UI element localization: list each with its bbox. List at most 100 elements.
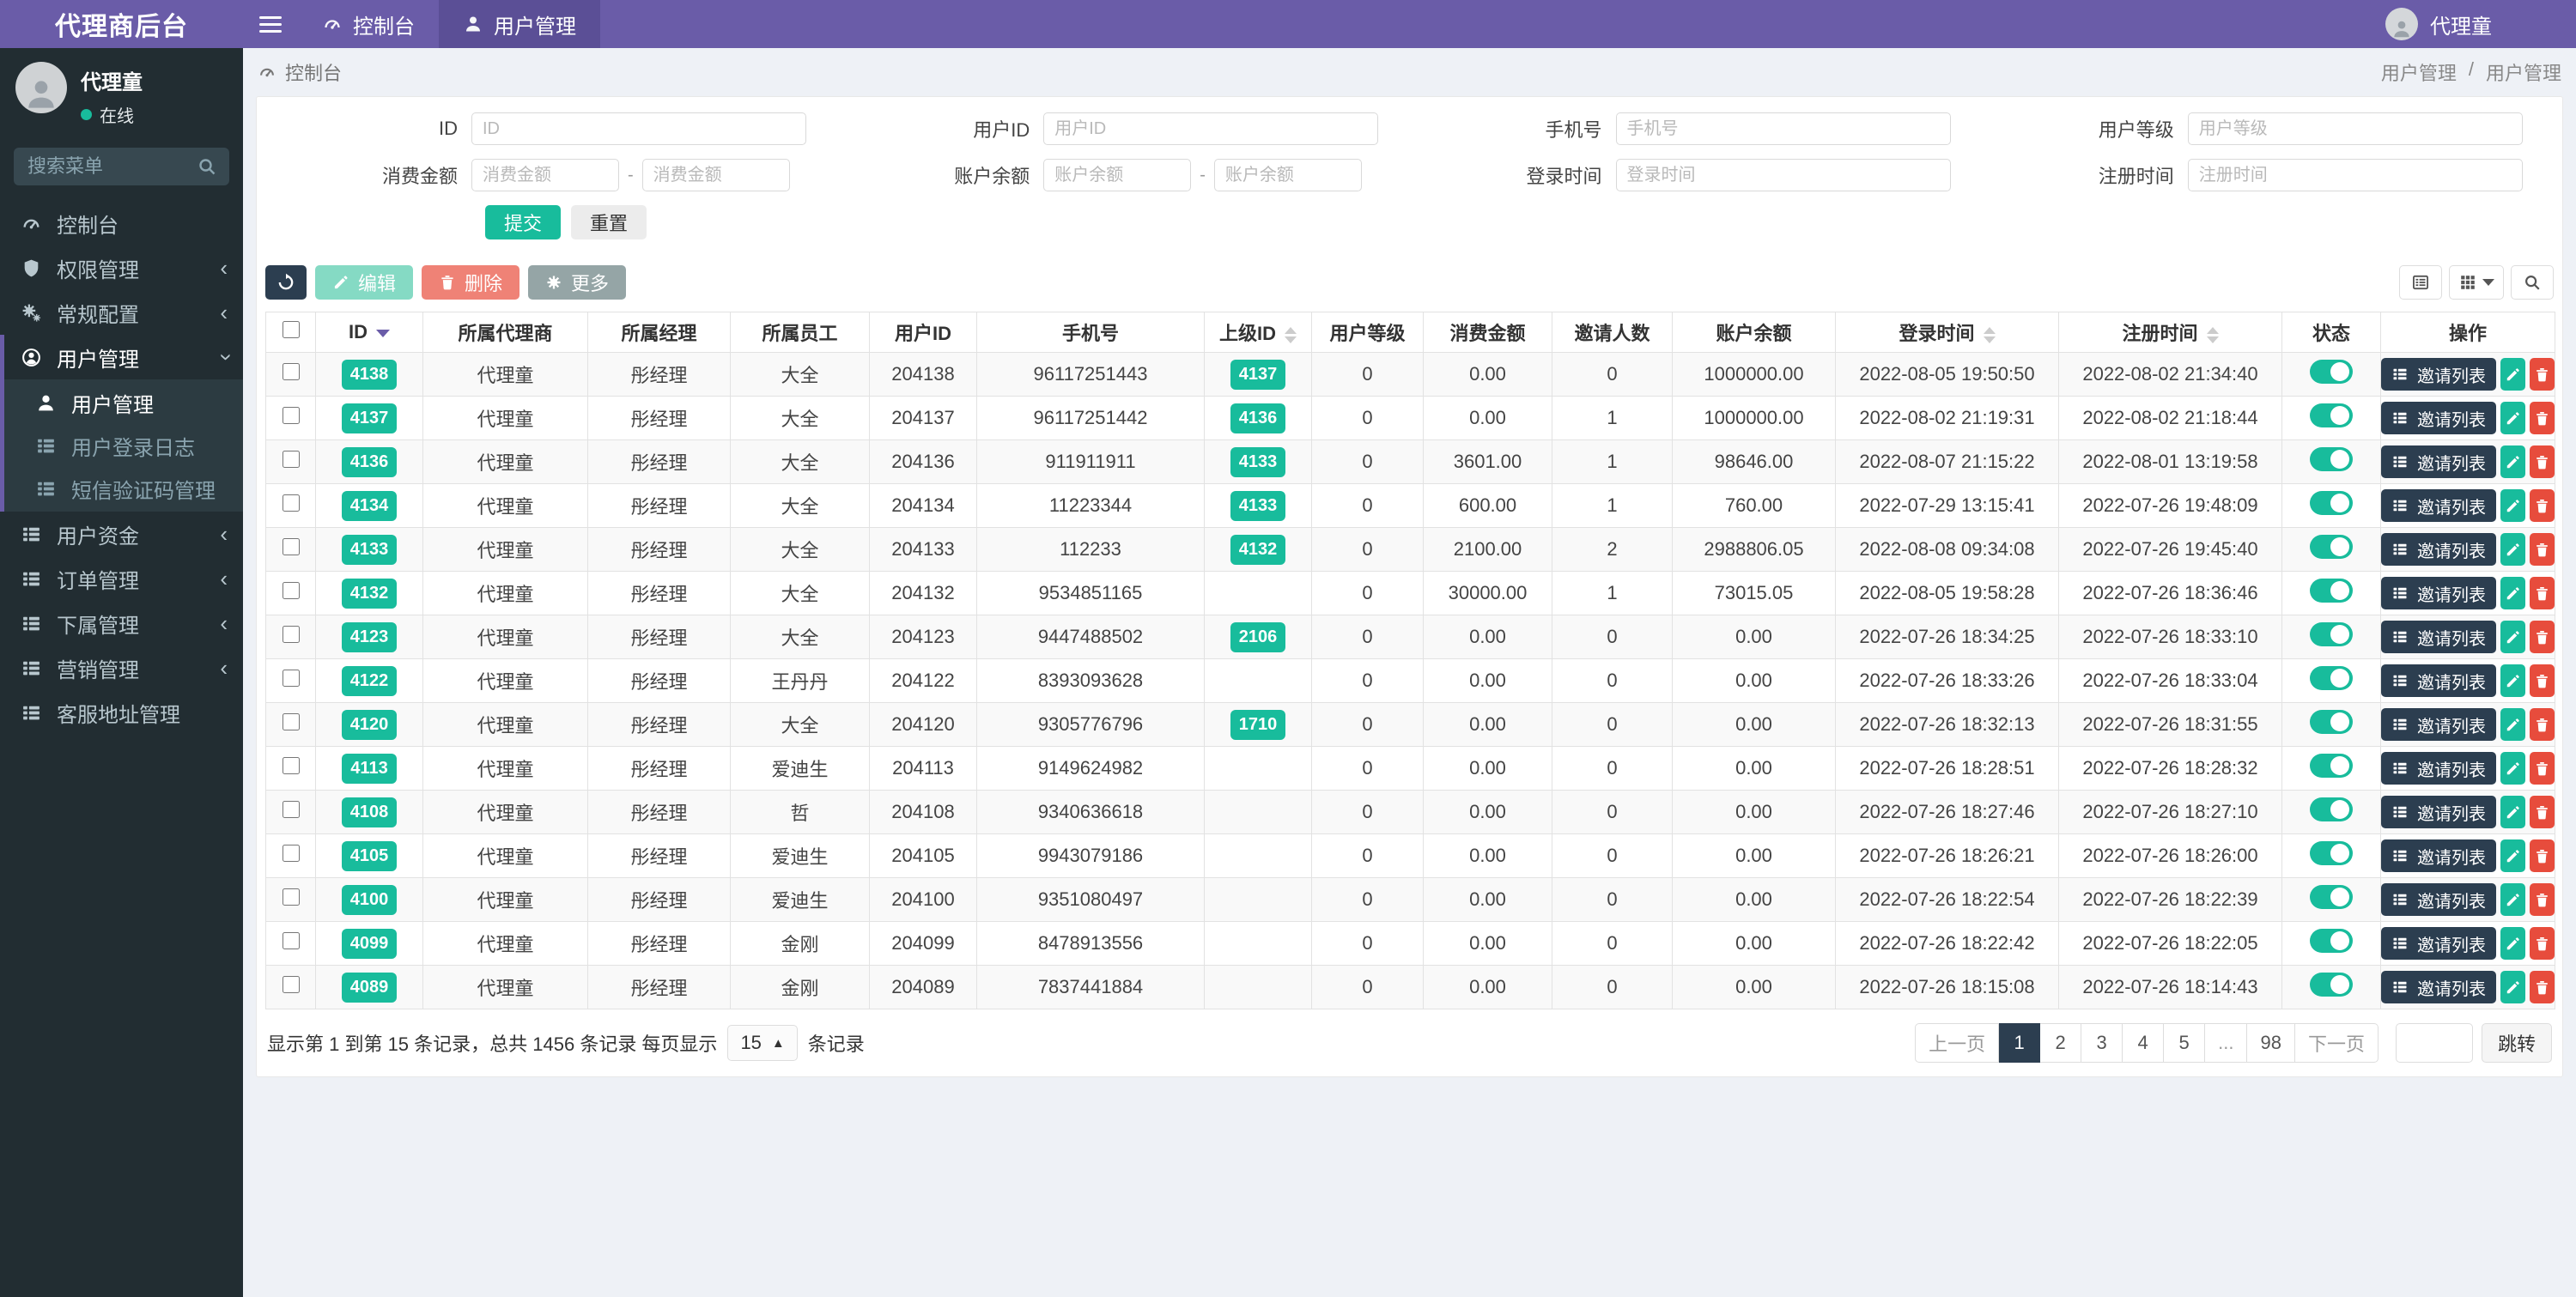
edit-row-button[interactable] [2500,577,2525,609]
filter-consume-max-input[interactable] [641,159,790,191]
sidebar-subitem-login-log[interactable]: 用户登录日志 [4,424,243,467]
bulk-edit-button[interactable]: 编辑 [315,265,414,300]
search-icon[interactable] [197,156,217,177]
edit-row-button[interactable] [2500,883,2525,916]
edit-row-button[interactable] [2500,358,2525,391]
invite-list-button[interactable]: 邀请列表 [2381,577,2496,609]
delete-row-button[interactable] [2530,839,2555,872]
bulk-delete-button[interactable]: 删除 [422,265,520,300]
delete-row-button[interactable] [2530,708,2555,741]
column-header[interactable]: 上级ID [1204,312,1312,353]
sidebar-item-service-address[interactable]: 客服地址管理 [4,690,243,735]
status-toggle[interactable] [2310,360,2353,384]
invite-list-button[interactable]: 邀请列表 [2381,708,2496,741]
page-4[interactable]: 4 [2123,1023,2165,1063]
edit-row-button[interactable] [2500,796,2525,828]
status-toggle[interactable] [2310,535,2353,559]
row-checkbox[interactable] [282,626,300,643]
next-page[interactable]: 下一页 [2294,1023,2379,1063]
edit-row-button[interactable] [2500,489,2525,522]
breadcrumb-parent[interactable]: 用户管理 [2381,58,2457,86]
delete-row-button[interactable] [2530,796,2555,828]
prev-page[interactable]: 上一页 [1915,1023,2000,1063]
sidebar-item-funds[interactable]: 用户资金 ‹ [4,512,243,556]
filter-balance-max-input[interactable] [1213,159,1362,191]
delete-row-button[interactable] [2530,445,2555,478]
sort-icon[interactable] [1983,326,1996,343]
row-checkbox[interactable] [282,363,300,380]
page-1[interactable]: 1 [1999,1023,2041,1063]
sidebar-item-permission[interactable]: 权限管理 ‹ [4,245,243,290]
refresh-button[interactable] [265,265,307,300]
status-toggle[interactable] [2310,797,2353,821]
sidebar-item-dashboard[interactable]: 控制台 [4,201,243,245]
row-checkbox[interactable] [282,932,300,949]
filter-balance-min-input[interactable] [1043,159,1192,191]
invite-list-button[interactable]: 邀请列表 [2381,445,2496,478]
columns-button[interactable] [2449,265,2504,300]
status-toggle[interactable] [2310,403,2353,427]
select-all-checkbox[interactable] [282,321,300,338]
status-toggle[interactable] [2310,754,2353,778]
sidebar-item-user-mgmt[interactable]: 用户管理 ‹ [4,335,243,379]
row-checkbox[interactable] [282,494,300,512]
invite-list-button[interactable]: 邀请列表 [2381,402,2496,434]
row-checkbox[interactable] [282,757,300,774]
status-toggle[interactable] [2310,885,2353,909]
page-size-dropdown[interactable]: 15 ▲ [727,1025,798,1061]
row-checkbox[interactable] [282,582,300,599]
delete-row-button[interactable] [2530,971,2555,1003]
filter-level-input[interactable] [2187,112,2523,145]
sidebar-item-subordinates[interactable]: 下属管理 ‹ [4,601,243,645]
delete-row-button[interactable] [2530,533,2555,566]
row-checkbox[interactable] [282,670,300,687]
sidebar-subitem-user-mgmt[interactable]: 用户管理 [4,381,243,424]
row-checkbox[interactable] [282,888,300,906]
delete-row-button[interactable] [2530,883,2555,916]
delete-row-button[interactable] [2530,621,2555,653]
edit-row-button[interactable] [2500,621,2525,653]
page-98[interactable]: 98 [2247,1023,2295,1063]
row-checkbox[interactable] [282,407,300,424]
invite-list-button[interactable]: 邀请列表 [2381,839,2496,872]
user-menu[interactable]: 代理童 [2366,8,2511,40]
invite-list-button[interactable]: 邀请列表 [2381,489,2496,522]
column-header[interactable]: ID [315,312,423,353]
edit-row-button[interactable] [2500,839,2525,872]
sort-desc-icon[interactable] [376,329,390,337]
delete-row-button[interactable] [2530,402,2555,434]
status-toggle[interactable] [2310,710,2353,734]
jump-page-input[interactable] [2395,1023,2473,1063]
sidebar-item-config[interactable]: 常规配置 ‹ [4,290,243,335]
invite-list-button[interactable]: 邀请列表 [2381,927,2496,960]
row-checkbox[interactable] [282,538,300,555]
sidebar-item-marketing[interactable]: 营销管理 ‹ [4,645,243,690]
edit-row-button[interactable] [2500,708,2525,741]
row-checkbox[interactable] [282,845,300,862]
tab-user-mgmt[interactable]: 用户管理 [439,0,600,48]
delete-row-button[interactable] [2530,489,2555,522]
page-...[interactable]: ... [2205,1023,2248,1063]
row-checkbox[interactable] [282,976,300,993]
sort-icon[interactable] [2206,326,2219,343]
invite-list-button[interactable]: 邀请列表 [2381,883,2496,916]
status-toggle[interactable] [2310,929,2353,953]
delete-row-button[interactable] [2530,752,2555,785]
delete-row-button[interactable] [2530,577,2555,609]
status-toggle[interactable] [2310,622,2353,646]
page-2[interactable]: 2 [2040,1023,2082,1063]
invite-list-button[interactable]: 邀请列表 [2381,796,2496,828]
sidebar-item-orders[interactable]: 订单管理 ‹ [4,556,243,601]
column-header[interactable]: 登录时间 [1835,312,2059,353]
page-5[interactable]: 5 [2164,1023,2206,1063]
edit-row-button[interactable] [2500,664,2525,697]
invite-list-button[interactable]: 邀请列表 [2381,358,2496,391]
invite-list-button[interactable]: 邀请列表 [2381,971,2496,1003]
edit-row-button[interactable] [2500,971,2525,1003]
delete-row-button[interactable] [2530,664,2555,697]
filter-register-time-input[interactable] [2187,159,2523,191]
edit-row-button[interactable] [2500,927,2525,960]
edit-row-button[interactable] [2500,402,2525,434]
column-header[interactable]: 注册时间 [2058,312,2282,353]
jump-button[interactable]: 跳转 [2481,1023,2552,1063]
